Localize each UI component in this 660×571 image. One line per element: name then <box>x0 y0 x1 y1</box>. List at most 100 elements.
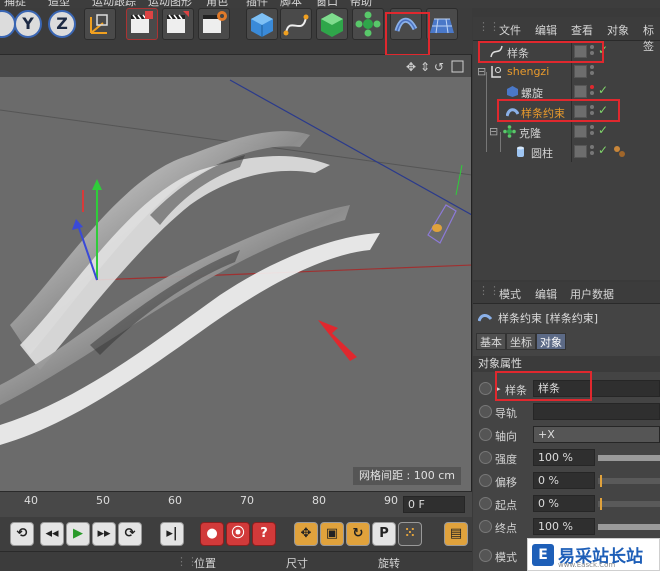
menu-item[interactable]: 角色 <box>206 0 228 8</box>
end-slider[interactable] <box>598 524 660 530</box>
layer-swatch[interactable] <box>574 85 587 98</box>
rail-link-field[interactable] <box>533 403 660 420</box>
subtab-basic[interactable]: 基本 <box>476 333 506 350</box>
start-input[interactable]: 0 % <box>533 495 595 512</box>
tree-line <box>486 72 487 152</box>
coordinates-header: ⋮⋮ 位置 尺寸 旋转 <box>0 551 472 571</box>
enabled-check-icon[interactable]: ✓ <box>598 123 608 137</box>
animate-radio[interactable] <box>479 382 492 395</box>
layer-swatch[interactable] <box>574 125 587 138</box>
animate-radio[interactable] <box>479 428 492 441</box>
om-menu-edit[interactable]: 编辑 <box>535 22 557 38</box>
next-key-button[interactable]: ▸▸ <box>92 522 116 546</box>
offset-input[interactable]: 0 % <box>533 472 595 489</box>
property-row-rail: 导轨 <box>473 401 660 423</box>
object-row-shengzi[interactable]: ⊟ shengzi <box>473 62 660 82</box>
strength-input[interactable]: 100 % <box>533 449 595 466</box>
subtab-coord[interactable]: 坐标 <box>506 333 536 350</box>
menu-item[interactable]: 捕捉 <box>4 0 26 8</box>
offset-slider[interactable] <box>598 478 660 484</box>
layer-swatch[interactable] <box>574 65 587 78</box>
current-frame-field[interactable]: 0 F <box>403 496 465 513</box>
parameter-key-button[interactable]: P <box>372 522 396 546</box>
end-input[interactable]: 100 % <box>533 518 595 535</box>
menu-item[interactable]: 运动跟踪 <box>92 0 136 8</box>
menu-item[interactable]: 帮助 <box>350 0 372 8</box>
render-picture-viewer-icon[interactable] <box>162 8 194 40</box>
strength-slider[interactable] <box>598 455 660 461</box>
rotation-key-button[interactable]: ↻ <box>346 522 370 546</box>
property-row-start: 起点 0 % <box>473 493 660 515</box>
pla-key-button[interactable]: ⁙ <box>398 522 422 546</box>
nurbs-icon[interactable] <box>316 8 348 40</box>
column-divider <box>571 122 572 142</box>
keyframe-selection-button[interactable]: ? <box>252 522 276 546</box>
am-menu-edit[interactable]: 编辑 <box>535 286 557 302</box>
watermark-logo-icon: E <box>532 544 554 566</box>
enabled-check-icon[interactable]: ✓ <box>598 143 608 157</box>
svg-text:✥: ✥ <box>406 60 416 74</box>
om-menu-file[interactable]: 文件 <box>499 22 521 38</box>
scale-key-button[interactable]: ▣ <box>320 522 344 546</box>
visibility-dots[interactable] <box>590 125 595 139</box>
tree-toggle-icon[interactable]: ⊟ <box>477 65 486 78</box>
object-row-cylinder[interactable]: 圆柱 ✓ <box>473 142 660 162</box>
slider-marker <box>600 475 602 487</box>
animate-radio[interactable] <box>479 474 492 487</box>
autokey-button[interactable]: ⦿ <box>226 522 250 546</box>
axis-dropdown[interactable]: +X <box>533 426 660 443</box>
object-name: 圆柱 <box>531 147 553 160</box>
menu-item[interactable]: 窗口 <box>316 0 338 8</box>
start-slider[interactable] <box>598 501 660 507</box>
layer-swatch[interactable] <box>574 145 587 158</box>
menu-item[interactable]: 运动图形 <box>148 0 192 8</box>
menu-item[interactable]: 插件 <box>246 0 268 8</box>
render-view-icon[interactable] <box>126 8 158 40</box>
menu-item[interactable]: 造型 <box>48 0 70 8</box>
am-menu-mode[interactable]: 模式 <box>499 286 521 302</box>
om-menu-view[interactable]: 查看 <box>571 22 593 38</box>
coordinate-system-icon[interactable] <box>84 8 116 40</box>
visibility-dots[interactable] <box>590 85 595 99</box>
goto-end-button[interactable]: ⟳ <box>118 522 142 546</box>
timeline-tick: 70 <box>240 494 254 507</box>
property-row-strength: 强度 100 % <box>473 447 660 469</box>
svg-text:⇕: ⇕ <box>420 60 430 74</box>
last-frame-button[interactable]: ▸| <box>160 522 184 546</box>
position-key-button[interactable]: ✥ <box>294 522 318 546</box>
cube-icon[interactable] <box>246 8 278 40</box>
animate-radio[interactable] <box>479 405 492 418</box>
timeline-ruler[interactable] <box>0 491 472 517</box>
visibility-dots[interactable] <box>590 65 595 79</box>
animate-radio[interactable] <box>479 549 492 562</box>
3d-viewport[interactable]: ✥ ⇕ ↺ <box>0 55 472 491</box>
animate-radio[interactable] <box>479 520 492 533</box>
y-axis-lock-button[interactable]: Y <box>14 10 42 38</box>
menu-item[interactable]: 脚本 <box>280 0 302 8</box>
mograph-icon[interactable] <box>352 8 384 40</box>
enabled-check-icon[interactable]: ✓ <box>598 83 608 97</box>
column-divider <box>571 142 572 162</box>
coord-size-label: 尺寸 <box>286 557 308 570</box>
visibility-dots[interactable] <box>590 145 595 159</box>
spline-icon[interactable] <box>280 8 312 40</box>
play-button[interactable]: ▶ <box>66 522 90 546</box>
record-button[interactable]: ● <box>200 522 224 546</box>
tree-toggle-icon[interactable]: ⊟ <box>489 125 498 138</box>
z-axis-lock-button[interactable]: Z <box>48 10 76 38</box>
object-name: shengzi <box>507 65 550 78</box>
timeline-window-button[interactable]: ▤ <box>444 522 468 546</box>
scene-floor-icon[interactable] <box>426 8 458 40</box>
animate-radio[interactable] <box>479 497 492 510</box>
om-menu-object[interactable]: 对象 <box>607 22 629 38</box>
prev-key-button[interactable]: ◂◂ <box>40 522 64 546</box>
animate-radio[interactable] <box>479 451 492 464</box>
goto-start-button[interactable]: ⟲ <box>10 522 34 546</box>
object-row-cloner[interactable]: ⊟ 克隆 ✓ <box>473 122 660 142</box>
property-label: 导轨 <box>495 407 517 420</box>
render-settings-icon[interactable] <box>198 8 230 40</box>
material-tag-icon[interactable] <box>613 145 626 158</box>
subtab-object[interactable]: 对象 <box>536 333 566 350</box>
am-menu-userdata[interactable]: 用户数据 <box>570 286 614 302</box>
property-label: 强度 <box>495 453 517 466</box>
